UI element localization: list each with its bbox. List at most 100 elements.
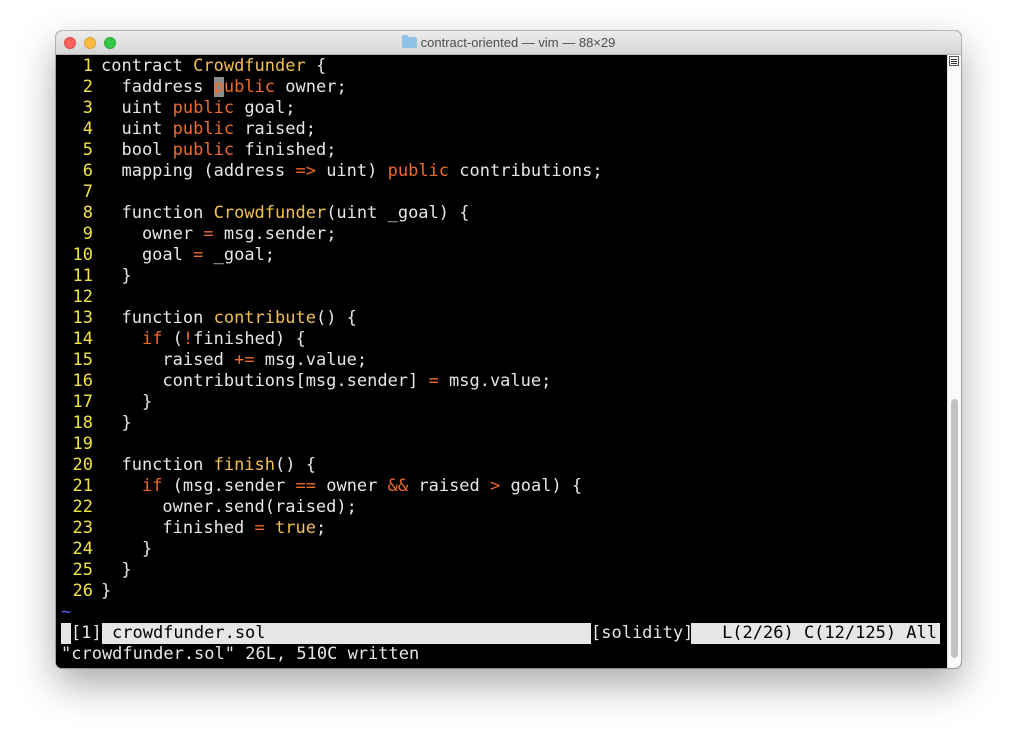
code-line[interactable]: 22 owner.send(raised);: [61, 497, 603, 518]
code-token: =: [193, 245, 204, 265]
code-token: finished;: [234, 140, 337, 160]
scrollbar[interactable]: [947, 55, 961, 668]
line-number: 18: [72, 413, 93, 433]
code-token: owner: [101, 224, 204, 244]
code-line[interactable]: 23 finished = true;: [61, 518, 603, 539]
code-line[interactable]: 21 if (msg.sender == owner && raised > g…: [61, 476, 603, 497]
line-number: 13: [72, 308, 93, 328]
code-token: }: [101, 413, 132, 433]
code-line[interactable]: 19: [61, 434, 603, 455]
code-line[interactable]: 11 }: [61, 266, 603, 287]
code-token: contribute: [213, 308, 316, 328]
code-area[interactable]: 1 contract Crowdfunder {2 faddress public…: [61, 56, 603, 623]
window-title-area: contract-oriented — vim — 88×29: [56, 31, 961, 54]
line-number: 4: [82, 119, 93, 139]
line-number: 23: [72, 518, 93, 538]
code-line[interactable]: 7: [61, 182, 603, 203]
code-token: }: [101, 560, 132, 580]
line-number: 6: [82, 161, 93, 181]
code-token: owner.send(raised);: [101, 497, 357, 517]
status-left-pad: [61, 623, 71, 644]
code-token: contributions[msg.sender]: [101, 371, 429, 391]
code-token: public: [387, 161, 450, 181]
code-token: =: [254, 518, 265, 538]
line-number: 16: [72, 371, 93, 391]
code-token: public: [172, 119, 235, 139]
code-token: goal: [101, 245, 194, 265]
code-line[interactable]: 16 contributions[msg.sender] = msg.value…: [61, 371, 603, 392]
line-number: 8: [82, 203, 93, 223]
code-line[interactable]: 18 }: [61, 413, 603, 434]
code-line[interactable]: 12: [61, 287, 603, 308]
code-token: public: [172, 98, 235, 118]
code-token: finished) {: [193, 329, 306, 349]
code-line[interactable]: 15 raised += msg.value;: [61, 350, 603, 371]
line-number: 22: [72, 497, 93, 517]
line-number: 26: [72, 581, 93, 601]
code-token: msg.value;: [254, 350, 368, 370]
code-token: contract: [101, 56, 194, 76]
line-number: 5: [82, 140, 93, 160]
code-token: {: [305, 56, 327, 76]
code-line[interactable]: 4 uint public raised;: [61, 119, 603, 140]
scrollbar-thumb[interactable]: [951, 399, 958, 658]
code-token: Crowdfunder: [193, 56, 306, 76]
code-line[interactable]: 24 }: [61, 539, 603, 560]
line-number: 11: [72, 266, 93, 286]
code-line[interactable]: 13 function contribute() {: [61, 308, 603, 329]
code-line[interactable]: 10 goal = _goal;: [61, 245, 603, 266]
line-number: 20: [72, 455, 93, 475]
command-line[interactable]: "crowdfunder.sol" 26L, 510C written: [61, 644, 419, 665]
code-token: finish: [213, 455, 276, 475]
line-number: 1: [82, 56, 93, 76]
code-token: (uint _goal) {: [326, 203, 470, 223]
code-line[interactable]: 17 }: [61, 392, 603, 413]
line-number: 24: [72, 539, 93, 559]
code-token: raised: [408, 476, 491, 496]
code-token: owner: [315, 476, 388, 496]
code-line[interactable]: 2 faddress public owner;: [61, 77, 603, 98]
code-token: ==: [295, 476, 316, 496]
code-token: }: [101, 266, 132, 286]
line-number: 10: [72, 245, 93, 265]
code-line[interactable]: 8 function Crowdfunder(uint _goal) {: [61, 203, 603, 224]
status-filename: crowdfunder.sol: [102, 623, 591, 644]
code-token: =>: [295, 161, 316, 181]
title-bar[interactable]: contract-oriented — vim — 88×29: [56, 31, 961, 55]
code-line[interactable]: 25 }: [61, 560, 603, 581]
code-token: function: [101, 203, 214, 223]
code-token: =: [203, 224, 214, 244]
line-number: 21: [72, 476, 93, 496]
code-token: goal) {: [500, 476, 583, 496]
code-line[interactable]: 9 owner = msg.sender;: [61, 224, 603, 245]
terminal-window: contract-oriented — vim — 88×29 1 contrac…: [56, 31, 961, 668]
line-number: 9: [82, 224, 93, 244]
line-number: 3: [82, 98, 93, 118]
code-token: true: [275, 518, 316, 538]
code-token: raised;: [234, 119, 316, 139]
code-token: msg.sender;: [213, 224, 337, 244]
code-line[interactable]: 14 if (!finished) {: [61, 329, 603, 350]
window-title: contract-oriented — vim — 88×29: [420, 35, 616, 50]
code-token: faddress: [101, 77, 214, 97]
line-number: 17: [72, 392, 93, 412]
code-line[interactable]: 26}: [61, 581, 603, 602]
scrollbar-menu-icon[interactable]: [949, 56, 959, 66]
code-line[interactable]: 3 uint public goal;: [61, 98, 603, 119]
code-token: _goal;: [203, 245, 276, 265]
code-token: (: [162, 329, 183, 349]
code-token: (msg.sender: [162, 476, 296, 496]
code-token: finished: [101, 518, 255, 538]
code-line[interactable]: 1 contract Crowdfunder {: [61, 56, 603, 77]
code-line[interactable]: 5 bool public finished;: [61, 140, 603, 161]
line-number: 19: [72, 434, 93, 454]
text-cursor: p: [213, 77, 224, 97]
code-token: =: [428, 371, 439, 391]
code-line[interactable]: 6 mapping (address => uint) public contr…: [61, 161, 603, 182]
code-line[interactable]: 20 function finish() {: [61, 455, 603, 476]
line-number: 25: [72, 560, 93, 580]
vim-editor[interactable]: 1 contract Crowdfunder {2 faddress public…: [56, 55, 961, 668]
code-token: +=: [234, 350, 255, 370]
